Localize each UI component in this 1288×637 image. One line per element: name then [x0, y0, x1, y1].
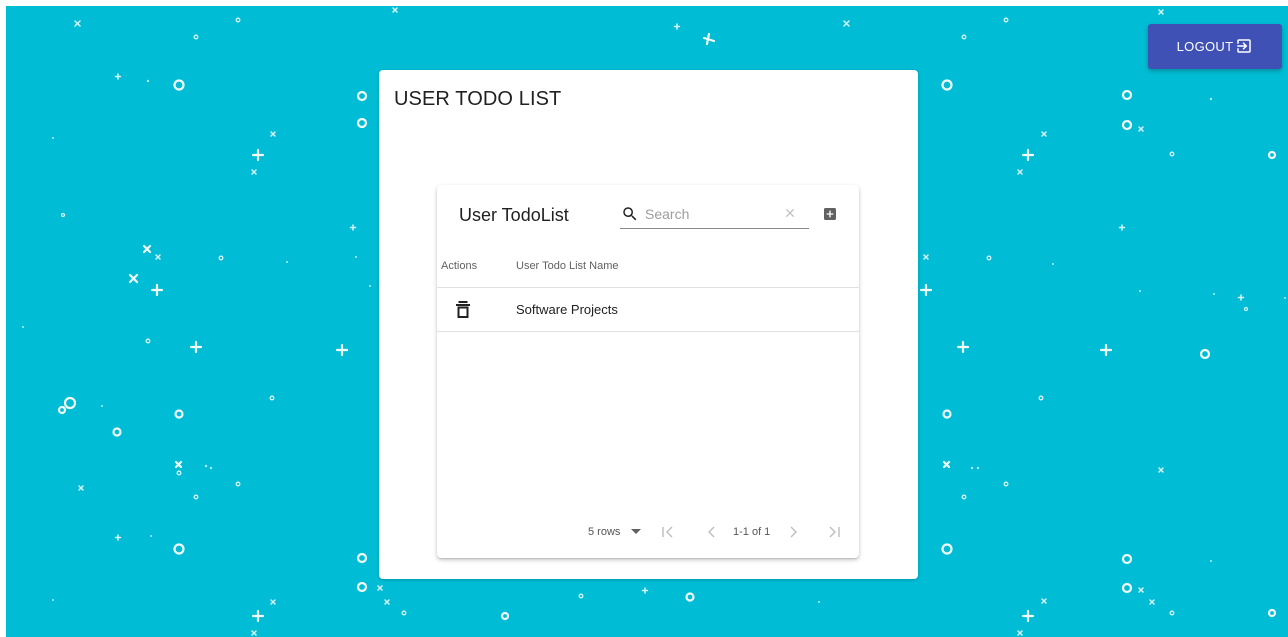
- page-range: 1-1 of 1: [733, 526, 771, 538]
- rows-per-page-select[interactable]: 5 rows: [588, 526, 642, 538]
- trash-icon[interactable]: [455, 300, 471, 318]
- rows-per-page-label: 5 rows: [588, 526, 621, 538]
- chevron-down-icon: [631, 529, 642, 534]
- todo-list-name: Software Projects: [516, 302, 618, 317]
- todo-list-card: USER TODO LIST User TodoList Actions Use…: [379, 70, 918, 579]
- next-page-icon[interactable]: [786, 525, 800, 539]
- clear-icon[interactable]: [783, 206, 797, 220]
- row-divider: [437, 331, 859, 332]
- logout-icon: [1237, 38, 1252, 53]
- page-title: USER TODO LIST: [394, 88, 562, 110]
- add-box-icon[interactable]: [822, 206, 838, 222]
- last-page-icon[interactable]: [827, 525, 841, 539]
- todo-table: User TodoList Actions User Todo List Nam…: [437, 185, 859, 558]
- search-box: [620, 200, 809, 229]
- table-title: User TodoList: [459, 205, 569, 225]
- table-row: Software Projects: [437, 288, 859, 331]
- search-input[interactable]: [645, 206, 765, 222]
- previous-page-icon[interactable]: [705, 525, 719, 539]
- column-header-actions: Actions: [441, 260, 478, 272]
- column-header-name[interactable]: User Todo List Name: [516, 260, 619, 272]
- logout-label: LOGOUT: [1176, 39, 1234, 54]
- first-page-icon[interactable]: [661, 525, 675, 539]
- logout-button[interactable]: LOGOUT: [1148, 24, 1282, 69]
- search-icon: [623, 207, 637, 221]
